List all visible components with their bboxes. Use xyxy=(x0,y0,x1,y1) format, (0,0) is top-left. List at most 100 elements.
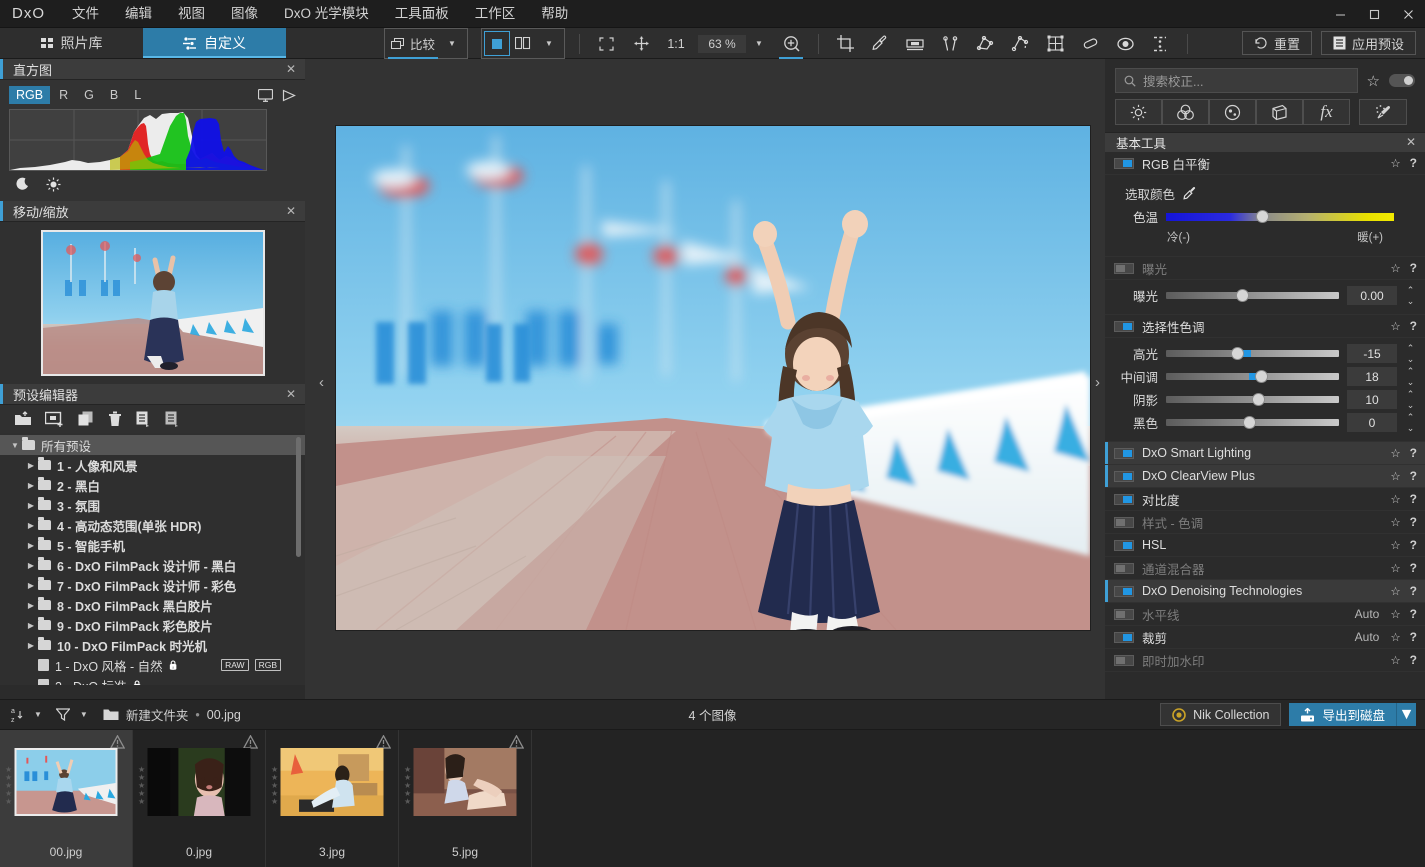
favorites-filter-icon[interactable]: ☆ xyxy=(1367,72,1380,90)
preset-tree-row[interactable]: ▶ 2 - 黑白 xyxy=(0,475,305,495)
menu-item-4[interactable]: DxO 光学模块 xyxy=(271,0,382,28)
help-icon[interactable]: ? xyxy=(1410,653,1417,667)
tool-row[interactable]: 样式 - 色调 ☆? xyxy=(1105,511,1425,534)
preset-tree-scrollbar[interactable] xyxy=(296,437,301,557)
tool-row[interactable]: DxO ClearView Plus ☆? xyxy=(1105,465,1425,488)
rating-stars[interactable]: ★ ★ ★ ★ ★ xyxy=(404,766,411,806)
selective-tone-slider[interactable] xyxy=(1166,416,1339,429)
close-icon[interactable]: ✕ xyxy=(286,387,296,401)
filter-dropdown-caret[interactable]: ▼ xyxy=(77,710,91,719)
tab-photo-library[interactable]: 照片库 xyxy=(0,28,143,58)
help-icon[interactable]: ? xyxy=(1410,584,1417,598)
maximize-button[interactable] xyxy=(1357,0,1391,28)
control-polygon-tool-button[interactable] xyxy=(1007,31,1033,56)
tool-row[interactable]: 裁剪 Auto ☆? xyxy=(1105,626,1425,649)
preset-tree-row[interactable]: ▼ 所有预设 xyxy=(0,435,305,455)
filter-icon[interactable] xyxy=(55,708,70,721)
highlight-clip-icon[interactable] xyxy=(46,177,61,192)
selective-tone-stepper[interactable]: ⌃ ⌄ xyxy=(1405,412,1416,434)
close-button[interactable] xyxy=(1391,0,1425,28)
rating-stars[interactable]: ★ ★ ★ ★ ★ xyxy=(271,766,278,806)
selective-tone-knob[interactable] xyxy=(1230,347,1244,360)
warning-icon[interactable] xyxy=(376,735,391,749)
selective-tone-toggle[interactable] xyxy=(1114,320,1134,332)
preset-tree-row[interactable]: 1 - DxO 风格 - 自然 🔒 RAW RGB xyxy=(0,655,305,675)
zoom-level-value[interactable]: 63 % xyxy=(698,34,747,53)
star-icon[interactable]: ☆ xyxy=(1390,515,1400,529)
import-preset-icon[interactable] xyxy=(14,411,32,427)
preset-tree[interactable]: ▼ 所有预设 ▶ 1 - 人像和风景 ▶ 2 - 黑白 ▶ 3 - 氛围 ▶ 4 - 高动态范围(… xyxy=(0,433,305,685)
star-icon[interactable]: ☆ xyxy=(1390,561,1400,575)
warning-icon[interactable] xyxy=(243,735,258,749)
selective-tone-knob[interactable] xyxy=(1255,370,1269,383)
filmstrip-thumbnail[interactable]: ★ ★ ★ ★ ★ 5.jpg xyxy=(399,730,532,867)
nik-collection-button[interactable]: Nik Collection xyxy=(1160,703,1282,726)
help-icon[interactable]: ? xyxy=(1410,469,1417,483)
tool-toggle[interactable] xyxy=(1114,516,1134,528)
selective-tone-row[interactable]: 高光 -15 ⌃ ⌄ xyxy=(1114,342,1416,365)
tool-row[interactable]: 水平线 Auto ☆? xyxy=(1105,603,1425,626)
chevron-right-icon[interactable]: ▶ xyxy=(24,621,38,630)
chevron-right-icon[interactable]: ▶ xyxy=(24,581,38,590)
chevron-right-icon[interactable]: ▶ xyxy=(24,501,38,510)
rating-stars[interactable]: ★ ★ ★ ★ ★ xyxy=(138,766,145,806)
close-icon[interactable]: ✕ xyxy=(286,62,296,76)
chevron-down-icon[interactable]: ▼ xyxy=(8,441,22,450)
chevron-right-icon[interactable]: ▶ xyxy=(24,521,38,530)
control-line-tool-button[interactable] xyxy=(937,31,963,56)
control-point-tool-button[interactable] xyxy=(972,31,998,56)
filmstrip-thumbnail[interactable]: ★ ★ ★ ★ ★ 00.jpg xyxy=(0,730,133,867)
preset-tree-row[interactable]: ▶ 7 - DxO FilmPack 设计师 - 彩色 xyxy=(0,575,305,595)
selective-tone-value[interactable]: 18 xyxy=(1347,367,1397,386)
exposure-value[interactable]: 0.00 xyxy=(1347,286,1397,305)
selective-tone-stepper[interactable]: ⌃ ⌄ xyxy=(1405,366,1416,388)
export-to-disk-button[interactable]: 导出到磁盘 xyxy=(1289,703,1396,726)
tool-row[interactable]: 对比度 ☆? xyxy=(1105,488,1425,511)
menu-item-2[interactable]: 视图 xyxy=(165,0,218,28)
help-icon[interactable]: ? xyxy=(1410,156,1417,170)
pan-tool-button[interactable] xyxy=(628,31,654,56)
temperature-knob[interactable] xyxy=(1255,209,1269,223)
delete-preset-icon[interactable] xyxy=(108,411,122,427)
new-preset-from-image-icon[interactable] xyxy=(45,411,65,427)
chevron-right-icon[interactable]: ▶ xyxy=(24,481,38,490)
star-icon[interactable]: ☆ xyxy=(1390,492,1400,506)
zoom-dropdown[interactable]: ▼ xyxy=(746,31,772,56)
preset-tree-row[interactable]: ▶ 5 - 智能手机 xyxy=(0,535,305,555)
filmstrip-thumbnail[interactable]: ★ ★ ★ ★ ★ 3.jpg xyxy=(266,730,399,867)
eyedropper-tool-button[interactable] xyxy=(867,31,893,56)
preset-tree-row[interactable]: ▶ 4 - 高动态范围(单张 HDR) xyxy=(0,515,305,535)
duplicate-preset-icon[interactable] xyxy=(78,411,95,427)
zoom-100-button[interactable]: 1:1 xyxy=(663,31,689,56)
tool-toggle[interactable] xyxy=(1114,447,1134,459)
star-icon[interactable]: ☆ xyxy=(1390,469,1400,483)
tool-toggle[interactable] xyxy=(1114,631,1134,643)
detail-category-button[interactable] xyxy=(1209,99,1256,125)
selective-tone-value[interactable]: 10 xyxy=(1347,390,1397,409)
tool-row[interactable]: DxO Smart Lighting ☆? xyxy=(1105,442,1425,465)
menu-item-3[interactable]: 图像 xyxy=(218,0,271,28)
eyedropper-icon[interactable] xyxy=(1183,186,1198,201)
star-icon[interactable]: ☆ xyxy=(1390,538,1400,552)
tool-row[interactable]: 通道混合器 ☆? xyxy=(1105,557,1425,580)
collapse-right-panel-button[interactable]: › xyxy=(1095,374,1100,391)
star-icon[interactable]: ☆ xyxy=(1390,630,1400,644)
help-icon[interactable]: ? xyxy=(1410,607,1417,621)
folder-name[interactable]: 新建文件夹 xyxy=(126,705,189,724)
tool-row-exposure[interactable]: 曝光 ☆ ? xyxy=(1105,257,1425,280)
exposure-knob[interactable] xyxy=(1236,289,1250,302)
tool-toggle[interactable] xyxy=(1114,562,1134,574)
help-icon[interactable]: ? xyxy=(1410,261,1417,275)
shadow-clip-icon[interactable] xyxy=(15,177,30,192)
help-icon[interactable]: ? xyxy=(1410,515,1417,529)
tool-toggle[interactable] xyxy=(1114,539,1134,551)
selective-tone-slider[interactable] xyxy=(1166,393,1339,406)
help-icon[interactable]: ? xyxy=(1410,561,1417,575)
temperature-slider[interactable] xyxy=(1166,209,1394,223)
menu-item-0[interactable]: 文件 xyxy=(59,0,112,28)
pick-color-row[interactable]: 选取颜色 xyxy=(1114,179,1416,205)
histogram-channel-rgb[interactable]: RGB xyxy=(9,86,51,104)
filmstrip-thumbnail[interactable]: ★ ★ ★ ★ ★ 0.jpg xyxy=(133,730,266,867)
tool-toggle[interactable] xyxy=(1114,654,1134,666)
minimize-button[interactable] xyxy=(1323,0,1357,28)
